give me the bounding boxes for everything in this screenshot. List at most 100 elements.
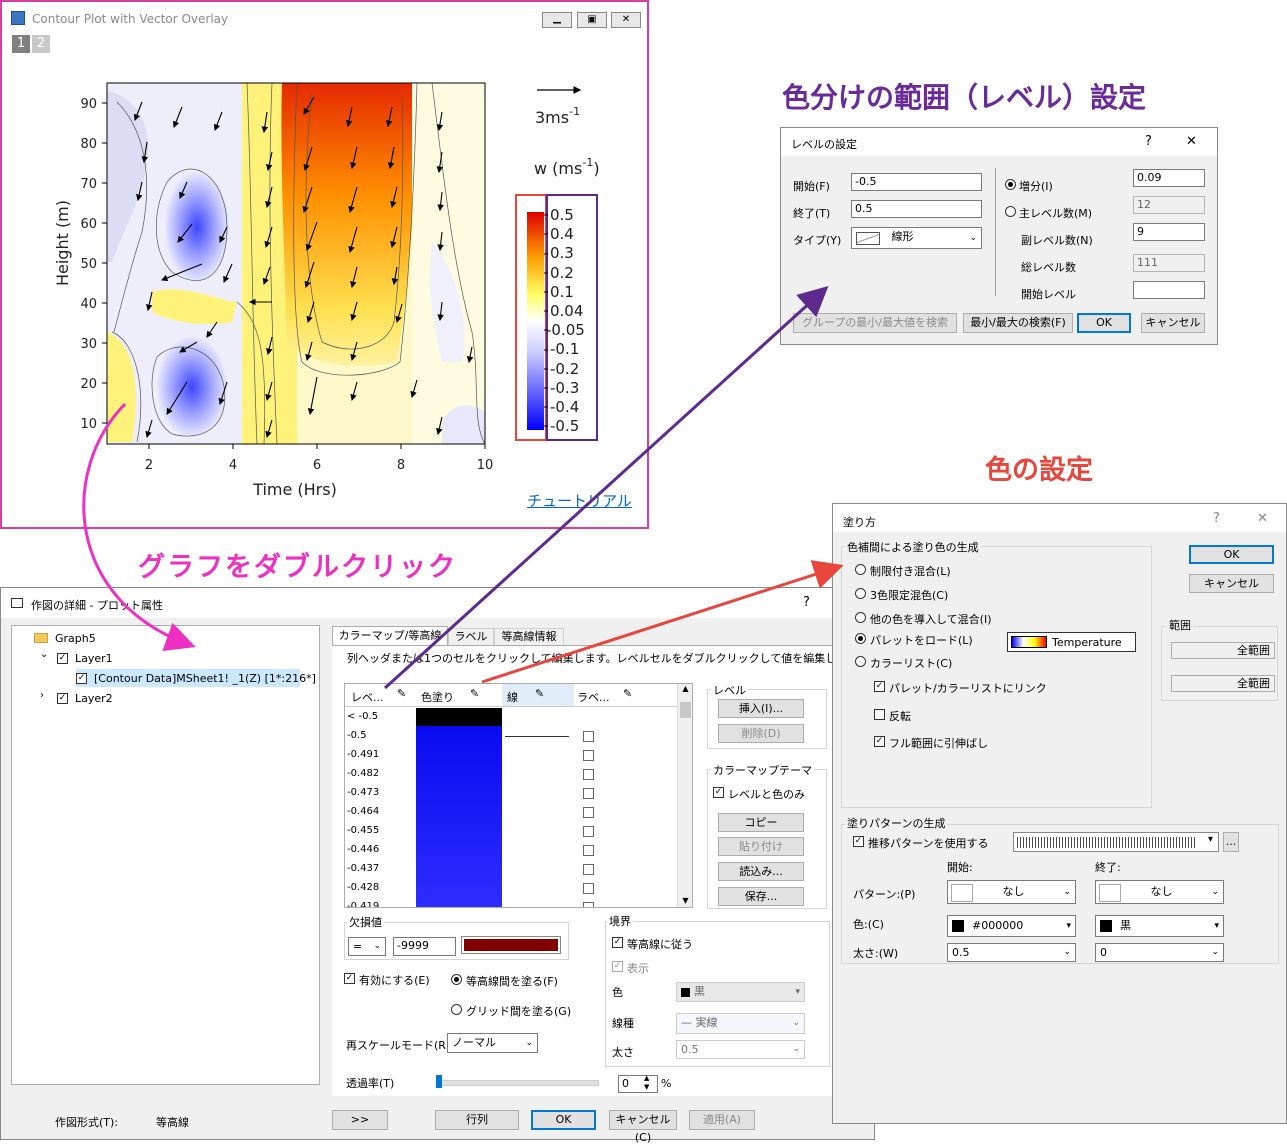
fill-dialog[interactable]: 塗り方 ? ✕ 色補間による塗り色の生成 制限付き混合(L) 3色限定混色(C)…	[832, 503, 1287, 1124]
table-row[interactable]: -0.482	[345, 765, 675, 784]
header-label[interactable]: ラベ...	[577, 689, 610, 705]
level-value[interactable]: -0.473	[347, 787, 379, 798]
follow-contour-checkbox[interactable]: ✓	[612, 937, 623, 948]
ok-button[interactable]: OK	[1077, 313, 1131, 333]
enable-checkbox[interactable]: ✓	[344, 973, 355, 984]
transparency-slider[interactable]	[437, 1080, 599, 1086]
table-row[interactable]: -0.419	[345, 898, 675, 907]
full-range-button-2[interactable]: 全範囲	[1171, 675, 1275, 692]
show-checkbox[interactable]: ✓	[612, 961, 623, 972]
close-icon[interactable]: ✕	[1186, 134, 1197, 149]
label-checkbox[interactable]	[583, 788, 594, 799]
chevron-down-icon[interactable]: ⌄	[40, 649, 48, 660]
copy-button[interactable]: コピー	[718, 813, 804, 832]
ok-button[interactable]: OK	[1189, 545, 1274, 564]
three-color-radio[interactable]	[855, 588, 866, 599]
palette-select[interactable]: Temperature	[1007, 632, 1136, 652]
level-grid[interactable]: レベ... ✎ 色塗り ✎ 線 ✎ ラベ... ✎ < -0.5 -0.5 -0.4…	[344, 683, 693, 908]
layer1-checkbox[interactable]: ✓	[57, 653, 68, 664]
tree-item-dataset[interactable]: [Contour Data]MSheet1! _1(Z) [1*:216*]	[94, 672, 316, 685]
dataset-checkbox[interactable]: ✓	[76, 673, 87, 684]
more-button[interactable]: >>	[332, 1110, 388, 1130]
missing-operator-select[interactable]: = ⌄	[348, 937, 386, 956]
save-button[interactable]: 保存...	[718, 887, 804, 906]
increment-radio[interactable]	[1005, 179, 1016, 190]
level-dialog[interactable]: レベルの設定 ? ✕ 開始(F) -0.5 終了(T) 0.5 タイプ(Y) 線…	[780, 127, 1218, 345]
table-row[interactable]: -0.446	[345, 841, 675, 860]
pattern-start-select[interactable]: なし ⌄	[947, 880, 1076, 904]
minor-levels-input[interactable]: 9	[1133, 223, 1205, 241]
help-button[interactable]: ?	[803, 595, 810, 610]
plot-details-dialog[interactable]: 作図の詳細 - プロット属性 ? Graph5 ⌄ ✓ Layer1 ✓ [Co…	[0, 587, 875, 1144]
table-row[interactable]: < -0.5	[345, 708, 675, 727]
tree-item-layer1[interactable]: Layer1	[75, 652, 113, 665]
level-value[interactable]: -0.419	[347, 901, 379, 907]
label-checkbox[interactable]	[583, 826, 594, 837]
pattern-end-select[interactable]: なし ⌄	[1095, 880, 1224, 904]
close-icon[interactable]: ✕	[1257, 511, 1268, 526]
level-value[interactable]: < -0.5	[347, 711, 378, 722]
scroll-up-icon[interactable]: ▲	[678, 684, 692, 693]
link-palette-checkbox[interactable]: ✓	[874, 681, 885, 692]
other-color-radio[interactable]	[855, 612, 866, 623]
level-dialog-titlebar[interactable]: レベルの設定 ? ✕	[781, 128, 1217, 156]
table-row[interactable]: -0.473	[345, 784, 675, 803]
label-checkbox[interactable]	[583, 883, 594, 894]
tutorial-link[interactable]: チュートリアル	[527, 490, 632, 511]
layer2-checkbox[interactable]: ✓	[57, 693, 68, 704]
header-line-label[interactable]: 線	[507, 689, 518, 705]
stretch-checkbox[interactable]: ✓	[874, 736, 885, 747]
grid-header[interactable]: レベ... ✎ 色塗り ✎ 線 ✎ ラベ... ✎	[345, 684, 677, 707]
color-list-radio[interactable]	[855, 656, 866, 667]
label-checkbox[interactable]	[583, 807, 594, 818]
plot-details-titlebar[interactable]: 作図の詳細 - プロット属性 ?	[1, 588, 874, 618]
delete-button[interactable]: 削除(D)	[718, 724, 804, 743]
label-checkbox[interactable]	[583, 864, 594, 875]
level-value[interactable]: -0.464	[347, 806, 379, 817]
missing-color-swatch[interactable]	[461, 936, 561, 954]
help-button[interactable]: ?	[1213, 511, 1220, 526]
level-value[interactable]: -0.5	[347, 730, 367, 741]
table-row[interactable]: -0.464	[345, 803, 675, 822]
table-row[interactable]: -0.5	[345, 727, 675, 746]
group-minmax-button[interactable]: グループの最小/最大値を検索	[793, 313, 957, 333]
missing-value-input[interactable]: -9999	[393, 937, 456, 956]
border-color-select[interactable]: 黒 ▾	[676, 982, 805, 1002]
label-checkbox[interactable]	[583, 845, 594, 856]
full-range-button-1[interactable]: 全範囲	[1171, 642, 1275, 659]
worksheet-button[interactable]: 行列	[435, 1110, 519, 1130]
level-value[interactable]: -0.437	[347, 863, 379, 874]
label-checkbox[interactable]	[583, 750, 594, 761]
ok-button[interactable]: OK	[531, 1110, 596, 1130]
tab-colormap[interactable]: カラーマップ/等高線	[332, 626, 448, 646]
border-width-select[interactable]: 0.5 ⌄	[676, 1040, 805, 1059]
table-row[interactable]: -0.437	[345, 860, 675, 879]
level-value[interactable]: -0.428	[347, 882, 379, 893]
table-row[interactable]: -0.455	[345, 822, 675, 841]
cancel-button[interactable]: キャンセル(C)	[609, 1110, 677, 1144]
tab-contour-info[interactable]: 等高線情報	[494, 628, 564, 646]
scroll-down-icon[interactable]: ▼	[678, 896, 692, 905]
fill-between-radio[interactable]	[451, 974, 462, 985]
apply-button[interactable]: 適用(A)	[689, 1110, 755, 1130]
fill-grid-radio[interactable]	[451, 1004, 462, 1015]
find-minmax-button[interactable]: 最小/最大の検索(F)	[963, 313, 1073, 333]
slider-thumb[interactable]	[436, 1075, 442, 1088]
cancel-button[interactable]: キャンセル	[1189, 574, 1274, 593]
increment-input[interactable]: 0.09	[1133, 169, 1205, 187]
label-checkbox[interactable]	[583, 902, 594, 907]
level-value[interactable]: -0.482	[347, 768, 379, 779]
table-row[interactable]: -0.428	[345, 879, 675, 898]
pencil-icon[interactable]: ✎	[623, 687, 632, 700]
pencil-icon[interactable]: ✎	[535, 687, 544, 700]
header-fill[interactable]: 色塗り	[421, 689, 454, 705]
rescale-select[interactable]: ノーマル ⌄	[447, 1033, 538, 1053]
width-start-select[interactable]: 0.5 ⌄	[947, 943, 1076, 962]
header-level[interactable]: レベ...	[351, 689, 384, 705]
transparency-input[interactable]: 0	[618, 1075, 658, 1093]
pencil-icon[interactable]: ✎	[397, 687, 406, 700]
level-color-only-checkbox[interactable]: ✓	[713, 787, 724, 798]
tab-labels[interactable]: ラベル	[448, 628, 494, 646]
level-value[interactable]: -0.455	[347, 825, 379, 836]
contour-plot[interactable]: 2 4 6 8 10 90 80 70 60 50 40 30 20 10 Ti…	[2, 2, 647, 527]
